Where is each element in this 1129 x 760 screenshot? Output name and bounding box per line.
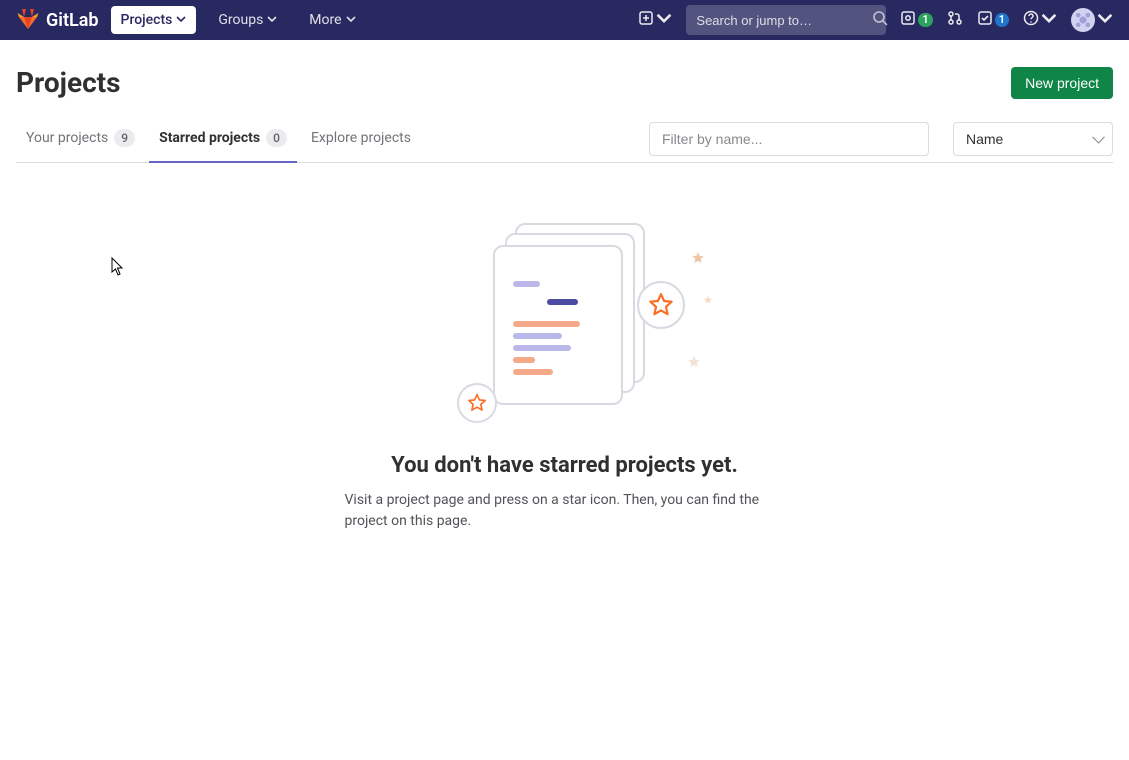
sort-select-wrap: Name — [943, 122, 1113, 156]
chevron-down-icon — [346, 12, 356, 28]
tab-starred-projects-label: Starred projects — [159, 130, 260, 146]
tab-explore-projects-label: Explore projects — [311, 130, 411, 146]
tab-starred-projects-count: 0 — [266, 129, 287, 147]
empty-state: You don't have starred projects yet. Vis… — [305, 223, 825, 532]
empty-state-title: You don't have starred projects yet. — [305, 453, 825, 478]
tab-your-projects-count: 9 — [114, 129, 135, 147]
tabs-row: Your projects 9 Starred projects 0 Explo… — [16, 115, 1113, 163]
chevron-down-icon — [267, 12, 277, 28]
star-icon — [637, 281, 685, 329]
doc-card-icon — [493, 245, 623, 405]
nav-projects[interactable]: Projects — [111, 6, 197, 34]
issues-icon — [900, 10, 916, 30]
nav-projects-label: Projects — [121, 12, 173, 28]
plus-icon — [638, 10, 654, 30]
filter-by-name-input[interactable] — [649, 122, 929, 156]
merge-request-icon — [947, 10, 963, 30]
sparkle-icon — [691, 251, 705, 265]
search-icon — [872, 10, 888, 30]
tab-your-projects[interactable]: Your projects 9 — [16, 115, 145, 163]
todos-link[interactable]: 1 — [977, 10, 1009, 30]
page-header: Projects New project — [16, 56, 1113, 115]
gitlab-logo-icon — [16, 6, 40, 34]
todos-count: 1 — [995, 13, 1009, 27]
brand-name: GitLab — [46, 10, 99, 31]
chevron-down-icon — [1041, 10, 1057, 30]
search-input[interactable] — [696, 13, 872, 28]
empty-state-description: Visit a project page and press on a star… — [305, 490, 825, 532]
nav-more-label: More — [309, 12, 341, 28]
sparkle-icon — [687, 355, 701, 369]
nav-groups-label: Groups — [218, 12, 263, 28]
global-search[interactable] — [686, 5, 886, 35]
sort-select[interactable]: Name — [953, 122, 1113, 156]
navbar-left: GitLab Projects Groups More — [16, 6, 366, 34]
create-new-menu[interactable] — [638, 10, 672, 30]
chevron-down-icon — [1097, 10, 1113, 30]
tab-starred-projects[interactable]: Starred projects 0 — [149, 115, 297, 163]
chevron-down-icon — [656, 10, 672, 30]
user-menu[interactable] — [1071, 8, 1113, 32]
issues-link[interactable]: 1 — [900, 10, 932, 30]
nav-more[interactable]: More — [299, 6, 365, 34]
todos-icon — [977, 10, 993, 30]
tab-your-projects-label: Your projects — [26, 130, 108, 146]
gitlab-logo[interactable]: GitLab — [16, 6, 99, 34]
help-icon — [1023, 10, 1039, 30]
tab-explore-projects[interactable]: Explore projects — [301, 115, 421, 163]
star-icon — [457, 383, 497, 423]
sparkle-icon — [703, 293, 713, 303]
help-menu[interactable] — [1023, 10, 1057, 30]
top-navbar: GitLab Projects Groups More — [0, 0, 1129, 40]
merge-requests-link[interactable] — [947, 10, 963, 30]
navbar-right: 1 1 — [638, 5, 1113, 35]
new-project-button[interactable]: New project — [1011, 67, 1113, 99]
issues-count: 1 — [918, 13, 932, 27]
project-tabs: Your projects 9 Starred projects 0 Explo… — [16, 115, 421, 162]
avatar — [1071, 8, 1095, 32]
page-title: Projects — [16, 66, 121, 99]
chevron-down-icon — [176, 12, 186, 28]
nav-groups[interactable]: Groups — [208, 6, 287, 34]
empty-state-illustration — [435, 223, 695, 423]
page-body: Projects New project Your projects 9 Sta… — [0, 40, 1129, 548]
